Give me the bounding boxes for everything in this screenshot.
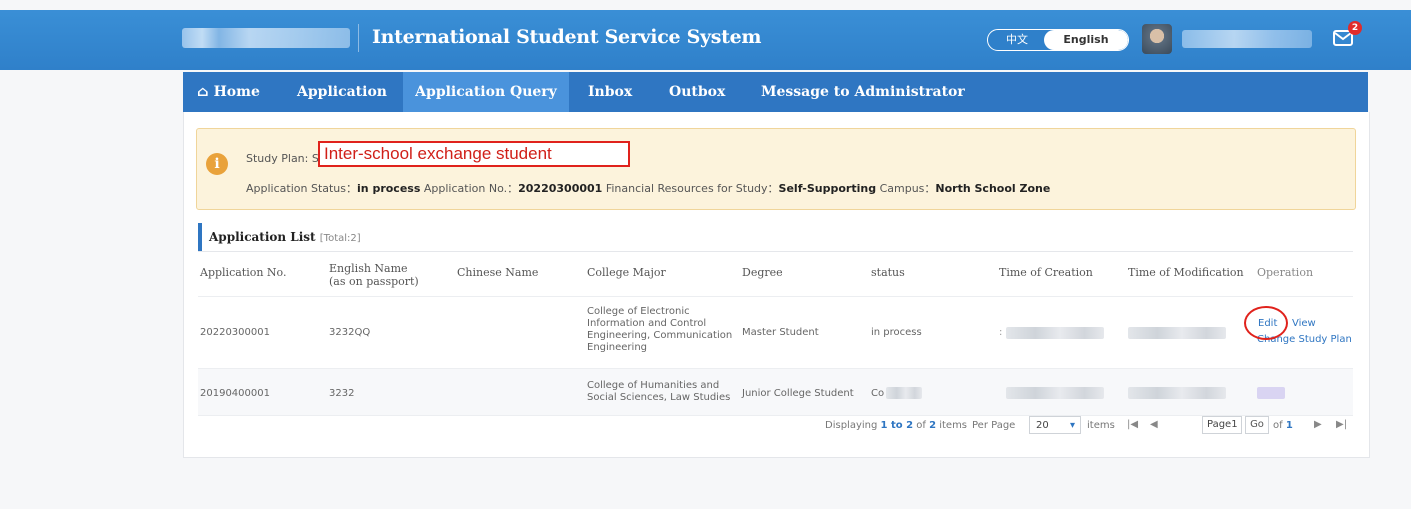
cell-status: Co xyxy=(871,388,885,399)
cell-college-major: College of Electronic Information and Co… xyxy=(587,306,732,354)
col-operation: Operation xyxy=(1257,266,1314,279)
total-pages: of 1 xyxy=(1273,420,1293,431)
cell-time-creation xyxy=(1006,387,1104,399)
cell-time-creation-marker: : xyxy=(999,327,1003,338)
info-icon: i xyxy=(206,153,228,175)
col-english-name: English Name (as on passport) xyxy=(329,262,419,288)
cell-english-name: 3232QQ xyxy=(329,327,371,338)
language-toggle[interactable]: 中文 English xyxy=(987,29,1129,51)
per-page-items: items xyxy=(1087,420,1115,431)
cell-degree: Junior College Student xyxy=(742,388,854,399)
col-chinese-name: Chinese Name xyxy=(457,266,539,279)
study-plan-label: Study Plan: S xyxy=(246,152,319,165)
campus-label: Campus： xyxy=(879,182,936,195)
major-line: Social Sciences, Law Studies xyxy=(587,392,731,403)
col-college-major: College Major xyxy=(587,266,666,279)
title-divider xyxy=(358,24,359,52)
nav-message-admin[interactable]: Message to Administrator xyxy=(761,72,965,112)
application-list-title: Application List [Total:2] xyxy=(209,230,361,244)
main-nav: ⌂ Home Application Application Query Inb… xyxy=(183,72,1368,112)
edit-highlight-circle xyxy=(1244,306,1288,340)
list-title-text: Application List xyxy=(209,230,316,244)
cell-status: in process xyxy=(871,327,922,338)
total-pages-value: 1 xyxy=(1285,420,1293,431)
status-value: in process xyxy=(357,182,421,195)
major-line: College of Electronic xyxy=(587,306,690,317)
chevron-down-icon: ▾ xyxy=(1069,420,1075,431)
study-plan-value: Inter-school exchange student xyxy=(318,141,630,167)
pager-range: 1 to 2 xyxy=(880,420,914,431)
cell-time-modification xyxy=(1128,387,1226,399)
university-logo xyxy=(182,28,350,48)
prev-page-icon[interactable]: ◀ xyxy=(1150,419,1158,430)
cell-app-no: 20190400001 xyxy=(200,388,270,399)
unread-badge: 2 xyxy=(1348,21,1362,35)
nav-outbox[interactable]: Outbox xyxy=(669,72,725,112)
cell-time-modification xyxy=(1128,327,1226,339)
view-link[interactable]: View xyxy=(1292,318,1316,329)
row-divider xyxy=(198,415,1353,416)
cell-status-obscured xyxy=(886,387,922,399)
cell-time-creation xyxy=(1006,327,1104,339)
section-divider xyxy=(198,251,1353,252)
nav-application-query[interactable]: Application Query xyxy=(403,72,569,112)
app-no-label: Application No.： xyxy=(423,182,519,195)
list-total: [Total:2] xyxy=(319,233,361,244)
pager-displaying: Displaying xyxy=(825,420,878,431)
section-accent xyxy=(198,223,202,251)
cell-college-major: College of Humanities and Social Science… xyxy=(587,380,730,404)
pager-items: items xyxy=(939,420,968,431)
page-input-label: Page xyxy=(1207,419,1232,430)
nav-application[interactable]: Application xyxy=(297,72,387,112)
page-input[interactable]: Page1 xyxy=(1202,416,1242,434)
application-status-line: Application Status：in process Applicatio… xyxy=(246,180,1050,196)
col-time-modification: Time of Modification xyxy=(1128,266,1244,279)
cell-operation-obscured[interactable] xyxy=(1257,387,1285,399)
nav-home[interactable]: ⌂ Home xyxy=(197,72,260,112)
col-time-creation: Time of Creation xyxy=(999,266,1093,279)
total-pages-of: of xyxy=(1273,420,1283,431)
major-line: Engineering xyxy=(587,342,647,353)
col-status: status xyxy=(871,266,905,279)
lang-chinese-option[interactable]: 中文 xyxy=(988,30,1046,50)
page-input-value: 1 xyxy=(1231,419,1238,430)
lang-english-option[interactable]: English xyxy=(1044,30,1128,50)
pager-summary: Displaying 1 to 2 of 2 items xyxy=(825,420,967,431)
app-no-value: 20220300001 xyxy=(518,182,603,195)
user-name[interactable] xyxy=(1182,30,1312,48)
nav-home-label: Home xyxy=(213,84,260,100)
status-label: Application Status： xyxy=(246,182,358,195)
col-app-no: Application No. xyxy=(200,266,287,279)
avatar[interactable] xyxy=(1142,24,1172,54)
go-button[interactable]: Go xyxy=(1245,416,1269,434)
major-line: Engineering, Communication xyxy=(587,330,733,341)
last-page-icon[interactable]: ▶| xyxy=(1336,419,1347,430)
system-title: International Student Service System xyxy=(372,26,762,48)
per-page-select[interactable]: 20 ▾ xyxy=(1029,416,1081,434)
major-line: Information and Control xyxy=(587,318,707,329)
cell-english-name: 3232 xyxy=(329,388,355,399)
first-page-icon[interactable]: |◀ xyxy=(1127,419,1138,430)
col-english-name-line2: (as on passport) xyxy=(329,275,419,288)
pager-total: 2 xyxy=(929,420,937,431)
per-page-value: 20 xyxy=(1036,420,1049,431)
pager-of: of xyxy=(916,420,926,431)
per-page-label: Per Page xyxy=(972,420,1016,431)
cell-degree: Master Student xyxy=(742,327,819,338)
nav-inbox[interactable]: Inbox xyxy=(588,72,632,112)
next-page-icon[interactable]: ▶ xyxy=(1314,419,1322,430)
row-divider xyxy=(198,296,1353,297)
col-english-name-line1: English Name xyxy=(329,262,408,275)
campus-value: North School Zone xyxy=(935,182,1051,195)
col-degree: Degree xyxy=(742,266,783,279)
major-line: College of Humanities and xyxy=(587,380,720,391)
financial-label: Financial Resources for Study： xyxy=(605,182,779,195)
cell-app-no: 20220300001 xyxy=(200,327,270,338)
home-icon: ⌂ xyxy=(197,84,209,100)
financial-value: Self-Supporting xyxy=(778,182,877,195)
